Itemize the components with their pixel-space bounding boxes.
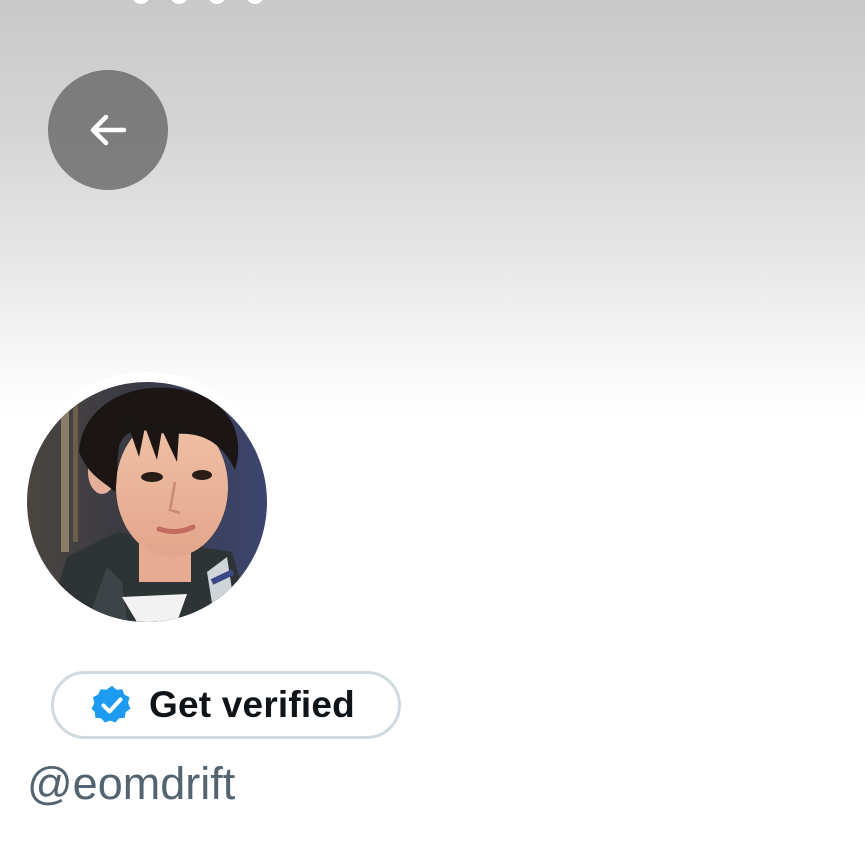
- status-dot: [132, 0, 150, 4]
- status-dot: [208, 0, 226, 4]
- get-verified-button[interactable]: Get verified: [51, 671, 401, 739]
- get-verified-label: Get verified: [149, 684, 355, 725]
- back-button[interactable]: [48, 70, 168, 190]
- status-dot: [170, 0, 188, 4]
- status-dot: [246, 0, 264, 4]
- verified-badge-icon: [91, 685, 131, 723]
- profile-screen: Get verified @eomdrift: [0, 0, 865, 866]
- profile-handle: @eomdrift: [27, 758, 236, 809]
- status-bar-dots: [132, 0, 264, 4]
- avatar-photo: [27, 382, 267, 622]
- profile-banner: [0, 0, 865, 420]
- avatar[interactable]: [27, 382, 267, 622]
- arrow-left-icon: [90, 114, 127, 146]
